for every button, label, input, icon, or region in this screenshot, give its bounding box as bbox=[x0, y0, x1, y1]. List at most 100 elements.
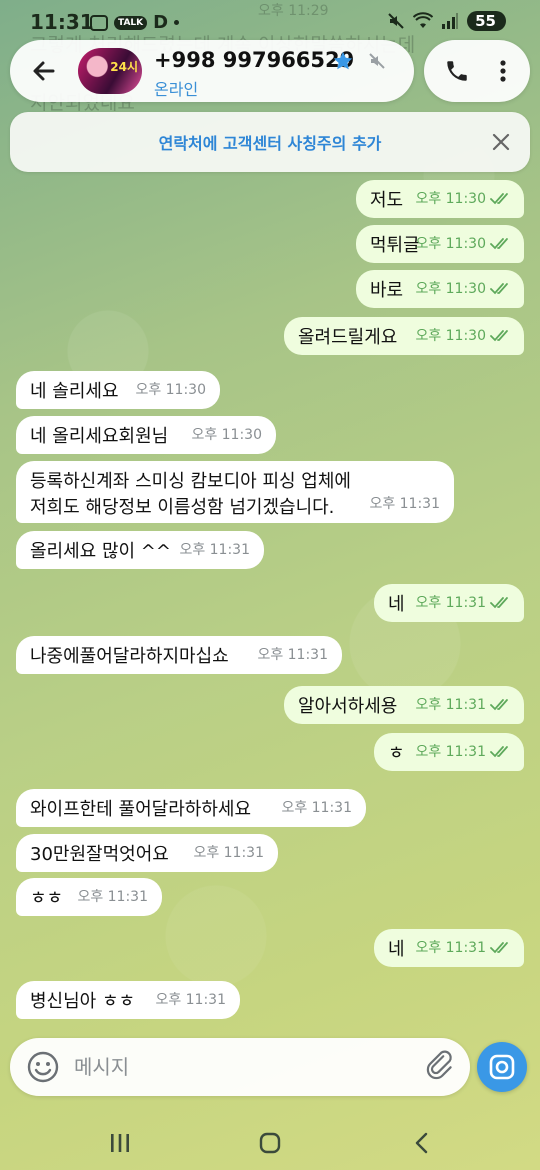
message-text: 와이프한테 풀어달라하하세요 bbox=[30, 799, 252, 820]
message-text: 알아서하세용 bbox=[298, 696, 398, 717]
camera-button[interactable] bbox=[476, 1038, 528, 1096]
outgoing-message[interactable]: 저도 오후 11:30 bbox=[356, 180, 524, 218]
contact-status: 온라인 bbox=[154, 80, 199, 99]
message-text: 나중에풀어달라하지마십쇼 bbox=[30, 646, 229, 667]
wifi-icon bbox=[413, 12, 434, 28]
outgoing-message[interactable]: 먹튀글 오후 11:30 bbox=[356, 225, 524, 263]
recent-apps-button[interactable] bbox=[100, 1128, 140, 1158]
incoming-message[interactable]: ㅎㅎ 오후 11:31 bbox=[16, 878, 162, 916]
message-time: 오후 11:31 bbox=[77, 889, 148, 905]
outgoing-message[interactable]: 올려드릴게요 오후 11:30 bbox=[284, 317, 524, 355]
message-text: 병신님아 ㅎㅎ bbox=[30, 991, 136, 1012]
outgoing-message[interactable]: 네 오후 11:31 bbox=[374, 929, 524, 967]
incoming-message[interactable]: 나중에풀어달라하지마십쇼 오후 11:31 bbox=[16, 636, 342, 674]
home-icon bbox=[259, 1132, 281, 1154]
message-meta: 오후 11:31 bbox=[415, 692, 512, 718]
mute-status-icon bbox=[388, 13, 404, 29]
read-checks-icon bbox=[490, 942, 508, 954]
more-vertical-icon bbox=[500, 60, 506, 82]
message-meta: 오후 11:30 bbox=[415, 231, 512, 257]
message-meta: 오후 11:30 bbox=[415, 186, 512, 212]
message-meta: 오후 11:31 bbox=[193, 840, 264, 866]
avatar[interactable]: 24시 bbox=[78, 48, 142, 94]
outgoing-message[interactable]: 바로 오후 11:30 bbox=[356, 270, 524, 308]
message-text: 등록하신계좌 스미싱 캄보디아 피싱 업체에 bbox=[30, 471, 351, 492]
d-badge: D bbox=[153, 12, 169, 33]
outgoing-message[interactable]: 네 오후 11:31 bbox=[374, 584, 524, 622]
banner-close-button[interactable] bbox=[488, 129, 514, 155]
message-text: 먹튀글 bbox=[370, 235, 420, 256]
add-contact-link[interactable]: 연락처에 고객센터 사칭주의 추가 bbox=[10, 130, 530, 154]
message-text-line2: 저희도 해당정보 이름성함 넘기겠습니다. bbox=[30, 497, 335, 518]
message-time: 오후 11:31 bbox=[155, 992, 226, 1008]
message-text: 바로 bbox=[370, 280, 404, 301]
message-time: 오후 11:31 bbox=[281, 800, 352, 816]
read-checks-icon bbox=[490, 283, 508, 295]
read-checks-icon bbox=[490, 699, 508, 711]
add-contact-banner: 연락처에 고객센터 사칭주의 추가 bbox=[10, 112, 530, 172]
message-time: 오후 11:31 bbox=[257, 647, 328, 663]
message-time: 오후 11:31 bbox=[193, 845, 264, 861]
message-time: 오후 11:30 bbox=[415, 281, 486, 297]
read-checks-icon bbox=[490, 746, 508, 758]
incoming-message[interactable]: 30만원잘먹엇어요 오후 11:31 bbox=[16, 834, 278, 872]
message-text: 네 올리세요회원님 bbox=[30, 426, 169, 447]
message-meta: 오후 11:30 bbox=[415, 323, 512, 349]
message-meta: 오후 11:30 bbox=[415, 276, 512, 302]
emoji-icon bbox=[27, 1051, 59, 1083]
message-meta: 오후 11:31 bbox=[369, 491, 440, 517]
chevron-left-icon bbox=[415, 1132, 428, 1154]
status-bar: 11:31 TALK D 55 bbox=[0, 0, 540, 44]
incoming-message[interactable]: 네 솔리세요 오후 11:30 bbox=[16, 371, 220, 409]
incoming-message[interactable]: 등록하신계좌 스미싱 캄보디아 피싱 업체에저희도 해당정보 이름성함 넘기겠습… bbox=[16, 461, 454, 523]
message-text: ㅎ bbox=[388, 743, 405, 764]
header-actions bbox=[424, 40, 530, 102]
message-time: 오후 11:31 bbox=[415, 595, 486, 611]
attach-button[interactable] bbox=[424, 1050, 458, 1084]
incoming-message[interactable]: 와이프한테 풀어달라하하세요 오후 11:31 bbox=[16, 789, 366, 827]
message-meta: 오후 11:31 bbox=[257, 642, 328, 668]
message-time: 오후 11:30 bbox=[415, 191, 486, 207]
message-meta: 오후 11:31 bbox=[415, 590, 512, 616]
more-button[interactable] bbox=[486, 54, 520, 88]
arrow-left-icon bbox=[33, 61, 55, 81]
status-left-icons: TALK D bbox=[90, 12, 180, 33]
recent-apps-icon bbox=[111, 1134, 129, 1152]
camera-icon bbox=[489, 1054, 515, 1080]
incoming-message[interactable]: 병신님아 ㅎㅎ 오후 11:31 bbox=[16, 981, 240, 1019]
system-nav-bar bbox=[0, 1110, 540, 1170]
message-time: 오후 11:31 bbox=[369, 496, 440, 512]
contact-name[interactable]: +998 997966529 bbox=[154, 48, 354, 72]
message-meta: 오후 11:31 bbox=[179, 537, 250, 563]
message-time: 오후 11:30 bbox=[415, 328, 486, 344]
message-meta: 오후 11:30 bbox=[191, 422, 262, 448]
back-button[interactable] bbox=[24, 51, 64, 91]
message-time: 오후 11:31 bbox=[415, 697, 486, 713]
emoji-button[interactable] bbox=[26, 1050, 60, 1084]
message-text: 네 솔리세요 bbox=[30, 381, 119, 402]
outgoing-message[interactable]: ㅎ 오후 11:31 bbox=[374, 733, 524, 771]
call-button[interactable] bbox=[440, 54, 474, 88]
message-text: ㅎㅎ bbox=[30, 888, 64, 909]
notification-dot-icon bbox=[174, 20, 180, 25]
composer bbox=[10, 1038, 470, 1096]
message-time: 오후 11:31 bbox=[415, 744, 486, 760]
avatar-label: 24시 bbox=[110, 60, 138, 74]
talk-badge: TALK bbox=[114, 15, 148, 30]
message-meta: 오후 11:31 bbox=[281, 795, 352, 821]
message-input[interactable] bbox=[74, 1050, 414, 1084]
read-checks-icon bbox=[490, 193, 508, 205]
signal-icon bbox=[442, 13, 459, 29]
message-time: 오후 11:30 bbox=[191, 427, 262, 443]
message-meta: 오후 11:30 bbox=[135, 377, 206, 403]
incoming-message[interactable]: 네 올리세요회원님 오후 11:30 bbox=[16, 416, 276, 454]
message-text: 저도 bbox=[370, 190, 404, 211]
back-nav-button[interactable] bbox=[402, 1128, 442, 1158]
message-meta: 오후 11:31 bbox=[155, 987, 226, 1013]
star-icon bbox=[332, 50, 354, 76]
outgoing-message[interactable]: 알아서하세용 오후 11:31 bbox=[284, 686, 524, 724]
message-meta: 오후 11:31 bbox=[415, 935, 512, 961]
screen-record-icon bbox=[90, 14, 108, 31]
incoming-message[interactable]: 올리세요 많이 ^^ 오후 11:31 bbox=[16, 531, 264, 569]
home-button[interactable] bbox=[250, 1128, 290, 1158]
